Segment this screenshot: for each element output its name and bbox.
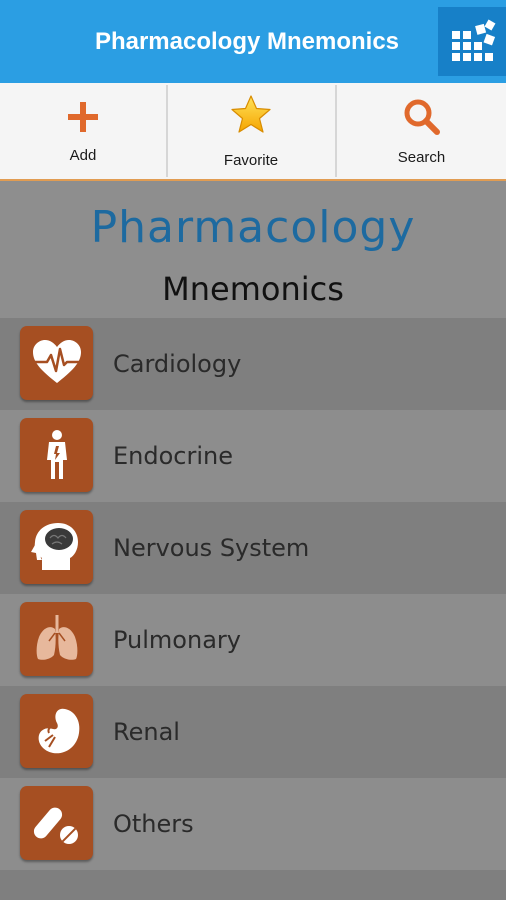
category-label: Others: [113, 810, 194, 838]
grid-menu-button[interactable]: [438, 7, 506, 76]
category-list: Cardiology Endocrine Nervous System Pulm…: [0, 318, 506, 870]
search-label: Search: [397, 149, 446, 166]
action-toolbar: Add Favorite Search: [0, 83, 506, 181]
category-label: Cardiology: [113, 350, 242, 378]
body-icon: [20, 418, 93, 492]
category-label: Endocrine: [113, 442, 233, 470]
plus-icon: [68, 102, 98, 132]
pill-icon: [20, 786, 93, 860]
favorite-button[interactable]: Favorite: [168, 83, 334, 179]
heart-icon: [20, 326, 93, 400]
banner-title: Pharmacology: [90, 202, 416, 253]
lungs-icon: [20, 602, 93, 676]
category-item-renal[interactable]: Renal: [0, 686, 506, 778]
banner-subtitle: Mnemonics: [162, 270, 344, 308]
category-item-others[interactable]: Others: [0, 778, 506, 870]
kidney-icon: [20, 694, 93, 768]
search-button[interactable]: Search: [337, 83, 506, 179]
grid-icon: [452, 19, 496, 61]
category-label: Pulmonary: [113, 626, 241, 654]
category-item-endocrine[interactable]: Endocrine: [0, 410, 506, 502]
app-bar: Pharmacology Mnemonics: [0, 0, 506, 83]
category-label: Renal: [113, 718, 180, 746]
category-label: Nervous System: [113, 534, 310, 562]
search-icon: [404, 99, 440, 135]
category-item-nervous-system[interactable]: Nervous System: [0, 502, 506, 594]
add-label: Add: [69, 147, 97, 164]
category-item-cardiology[interactable]: Cardiology: [0, 318, 506, 410]
category-item-pulmonary[interactable]: Pulmonary: [0, 594, 506, 686]
star-icon: [231, 95, 271, 133]
brain-icon: [20, 510, 93, 584]
add-button[interactable]: Add: [0, 83, 166, 179]
favorite-label: Favorite: [223, 152, 279, 169]
list-end-row: [0, 870, 506, 900]
app-title: Pharmacology Mnemonics: [94, 28, 400, 55]
